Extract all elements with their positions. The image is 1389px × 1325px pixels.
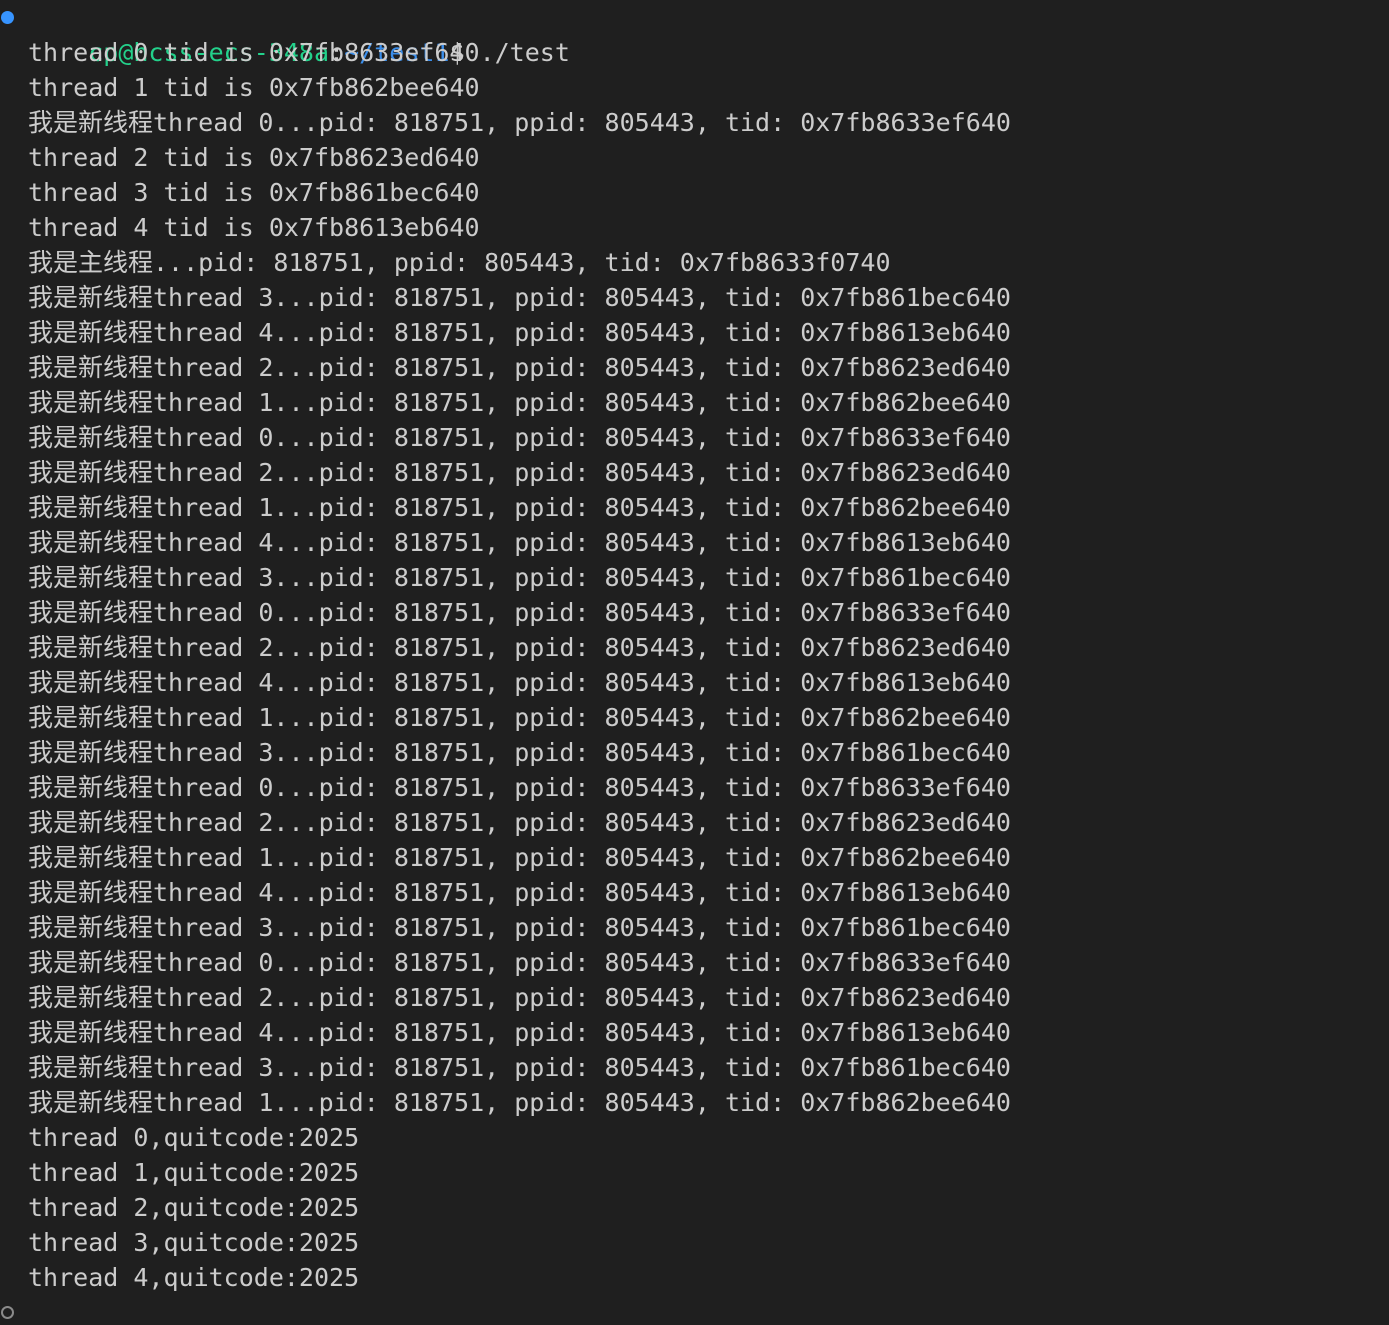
output-line: 我是新线程thread 4...pid: 818751, ppid: 80544… — [28, 878, 1011, 907]
output-line: 我是新线程thread 1...pid: 818751, ppid: 80544… — [28, 493, 1011, 522]
output-line: 我是新线程thread 2...pid: 818751, ppid: 80544… — [28, 808, 1011, 837]
output-line: 我是新线程thread 3...pid: 818751, ppid: 80544… — [28, 563, 1011, 592]
output-line: 我是新线程thread 3...pid: 818751, ppid: 80544… — [28, 913, 1011, 942]
output-line: 我是新线程thread 4...pid: 818751, ppid: 80544… — [28, 668, 1011, 697]
output-line: thread 0,quitcode:2025 — [28, 1123, 360, 1152]
output-line: 我是新线程thread 2...pid: 818751, ppid: 80544… — [28, 458, 1011, 487]
output-line: 我是新线程thread 3...pid: 818751, ppid: 80544… — [28, 1053, 1011, 1082]
output-line: 我是新线程thread 1...pid: 818751, ppid: 80544… — [28, 388, 1011, 417]
output-line: 我是新线程thread 1...pid: 818751, ppid: 80544… — [28, 703, 1011, 732]
output-line: thread 3 tid is 0x7fb861bec640 — [28, 178, 480, 207]
output-line: 我是新线程thread 0...pid: 818751, ppid: 80544… — [28, 773, 1011, 802]
output-line: 我是主线程...pid: 818751, ppid: 805443, tid: … — [28, 248, 891, 277]
output-line: 我是新线程thread 3...pid: 818751, ppid: 80544… — [28, 738, 1011, 767]
output-line: 我是新线程thread 4...pid: 818751, ppid: 80544… — [28, 318, 1011, 347]
output-line: 我是新线程thread 1...pid: 818751, ppid: 80544… — [28, 843, 1011, 872]
output-line: 我是新线程thread 2...pid: 818751, ppid: 80544… — [28, 633, 1011, 662]
output-line: 我是新线程thread 4...pid: 818751, ppid: 80544… — [28, 528, 1011, 557]
output-line: thread 4 tid is 0x7fb8613eb640 — [28, 213, 480, 242]
output-line: thread 1,quitcode:2025 — [28, 1158, 360, 1187]
output-line: 我是新线程thread 0...pid: 818751, ppid: 80544… — [28, 423, 1011, 452]
output-line: 我是新线程thread 0...pid: 818751, ppid: 80544… — [28, 108, 1011, 137]
output-line: 我是新线程thread 2...pid: 818751, ppid: 80544… — [28, 983, 1011, 1012]
output-line: 我是新线程thread 1...pid: 818751, ppid: 80544… — [28, 1088, 1011, 1117]
output-line: 我是新线程thread 0...pid: 818751, ppid: 80544… — [28, 948, 1011, 977]
prompt-line-command: cp@hcss-ecs-348a:~/test1$ ./test — [0, 0, 1389, 67]
output-line: thread 0 tid is 0x7fb8633ef640 — [28, 38, 480, 67]
output-line: thread 2,quitcode:2025 — [28, 1193, 360, 1222]
output-line: thread 4,quitcode:2025 — [28, 1263, 360, 1292]
output-line: 我是新线程thread 0...pid: 818751, ppid: 80544… — [28, 598, 1011, 627]
output-line: 我是新线程thread 3...pid: 818751, ppid: 80544… — [28, 283, 1011, 312]
output-line: thread 2 tid is 0x7fb8623ed640 — [28, 143, 480, 172]
terminal-panel[interactable]: cp@hcss-ecs-348a:~/test1$ ./test thread … — [0, 0, 1389, 1325]
prompt-line-current[interactable]: cp@hcss-ecs-348a:~/test1$ — [0, 1295, 1389, 1325]
output-line: 我是新线程thread 4...pid: 818751, ppid: 80544… — [28, 1018, 1011, 1047]
output-line: thread 1 tid is 0x7fb862bee640 — [28, 73, 480, 102]
output-line: 我是新线程thread 2...pid: 818751, ppid: 80544… — [28, 353, 1011, 382]
output-block: thread 0 tid is 0x7fb8633ef640 thread 1 … — [0, 35, 1389, 1295]
command-pending-circle-icon[interactable] — [1, 1306, 14, 1319]
output-line: thread 3,quitcode:2025 — [28, 1228, 360, 1257]
command-success-dot-icon[interactable] — [1, 11, 14, 24]
